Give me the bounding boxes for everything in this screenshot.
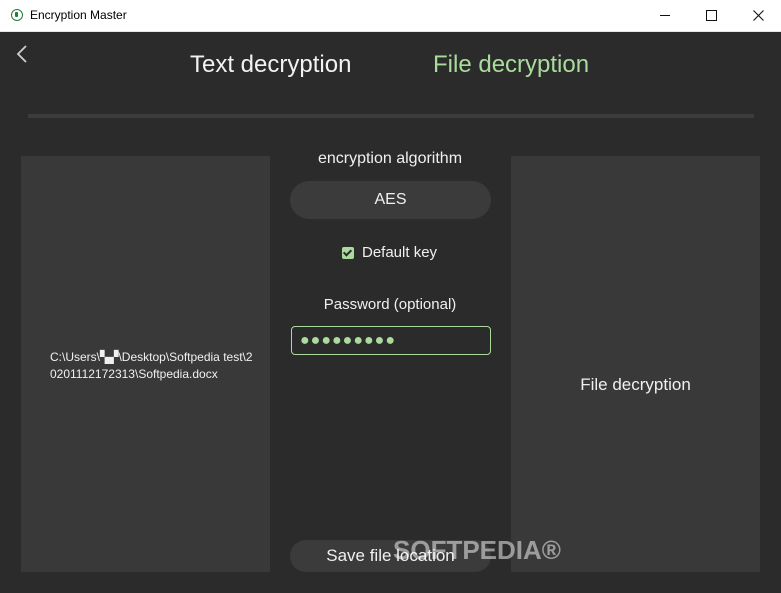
close-button[interactable] bbox=[735, 0, 781, 31]
minimize-icon bbox=[660, 15, 670, 16]
file-decryption-label: File decryption bbox=[580, 375, 691, 394]
app-logo-icon bbox=[11, 9, 23, 21]
password-field[interactable]: ●●●●●●●●● bbox=[291, 326, 491, 355]
tab-text-decryption[interactable]: Text decryption bbox=[190, 51, 351, 79]
tab-file-decryption[interactable]: File decryption bbox=[433, 51, 589, 79]
close-icon bbox=[752, 10, 764, 21]
maximize-icon bbox=[705, 10, 717, 21]
algorithm-select[interactable]: AES bbox=[290, 181, 491, 219]
title-bar: Encryption Master bbox=[0, 0, 781, 32]
app-window: Encryption Master Text decryption File d… bbox=[0, 0, 781, 593]
source-file-panel[interactable]: C:\Users\▚▞\Desktop\Softpedia test\20201… bbox=[21, 156, 270, 572]
window-title: Encryption Master bbox=[30, 8, 127, 22]
back-button[interactable] bbox=[14, 44, 32, 64]
tab-divider bbox=[28, 114, 754, 118]
maximize-button[interactable] bbox=[688, 0, 734, 31]
default-key-label: Default key bbox=[362, 244, 438, 261]
default-key-checkbox[interactable]: Default key bbox=[342, 244, 437, 261]
file-decryption-panel[interactable]: File decryption bbox=[511, 156, 760, 572]
chevron-left-icon bbox=[16, 45, 27, 63]
minimize-button[interactable] bbox=[642, 0, 688, 31]
softpedia-watermark: SOFTPEDIA® bbox=[393, 535, 561, 565]
file-path-label: C:\Users\▚▞\Desktop\Softpedia test\20201… bbox=[50, 350, 253, 381]
algorithm-label: encryption algorithm bbox=[317, 150, 463, 167]
checkbox-checked-icon bbox=[342, 246, 354, 259]
password-label: Password (optional) bbox=[323, 296, 457, 313]
